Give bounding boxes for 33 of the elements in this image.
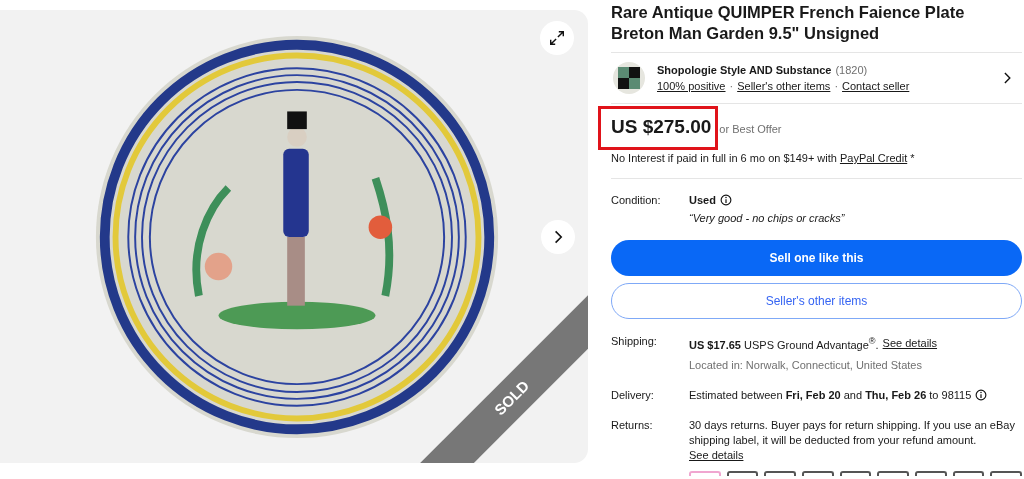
best-offer-text: or Best Offer (719, 123, 782, 135)
asterisk: * (910, 152, 915, 164)
expand-button[interactable] (540, 21, 574, 55)
see-details-link[interactable]: See details (882, 335, 938, 351)
location-text: Located in: Norwalk, Connecticut, United States (689, 357, 923, 373)
separator-dot: · (834, 80, 839, 92)
item-title: Rare Antique QUIMPER French Faience Plate Breton Man Garden 9.5" Unsigned (611, 2, 966, 44)
feedback-count: (1820) (835, 64, 868, 76)
info-icon[interactable] (975, 389, 988, 402)
seller-items-button[interactable]: Seller's other items (611, 283, 1022, 319)
condition-value: Used (689, 194, 716, 206)
financing-text: No Interest if paid in full in 6 mo on $149+ with (611, 152, 837, 164)
condition-note: “Very good - no chips or cracks” (689, 212, 846, 224)
seller-link[interactable]: 100% positive (657, 80, 726, 92)
detail-label: Delivery: (611, 387, 655, 403)
see-details-link[interactable]: See details (689, 448, 744, 461)
seller-logo (613, 62, 645, 94)
detail-label: Shipping: (611, 334, 658, 349)
separator-dot: · (729, 80, 734, 92)
detail-text: US $17.65 USPS Ground Advantage$^{®}$. (689, 335, 879, 353)
paypal-credit-link[interactable]: PayPal Credit (839, 152, 908, 164)
next-image-button[interactable] (541, 220, 575, 254)
price: US $275.00 (611, 116, 712, 137)
sell-button[interactable]: Sell one like this (611, 240, 1022, 276)
detail-text: 30 days returns. Buyer pays for return shipping. If you use an eBay shipping label, it will be deducted from your refund amount. (689, 417, 1016, 448)
detail-label: Returns: (611, 417, 654, 433)
detail-text: Estimated between Fri, Feb 20 and Thu, Feb 26 to 98115 (689, 387, 972, 403)
info-icon[interactable] (719, 194, 732, 206)
expand-icon (548, 29, 566, 47)
seller-name: Shopologie Style AND Substance (657, 64, 832, 76)
seller-link[interactable]: Contact seller (842, 80, 910, 92)
condition-label: Condition: (611, 194, 662, 208)
seller-link[interactable]: Seller's other items (737, 80, 831, 92)
